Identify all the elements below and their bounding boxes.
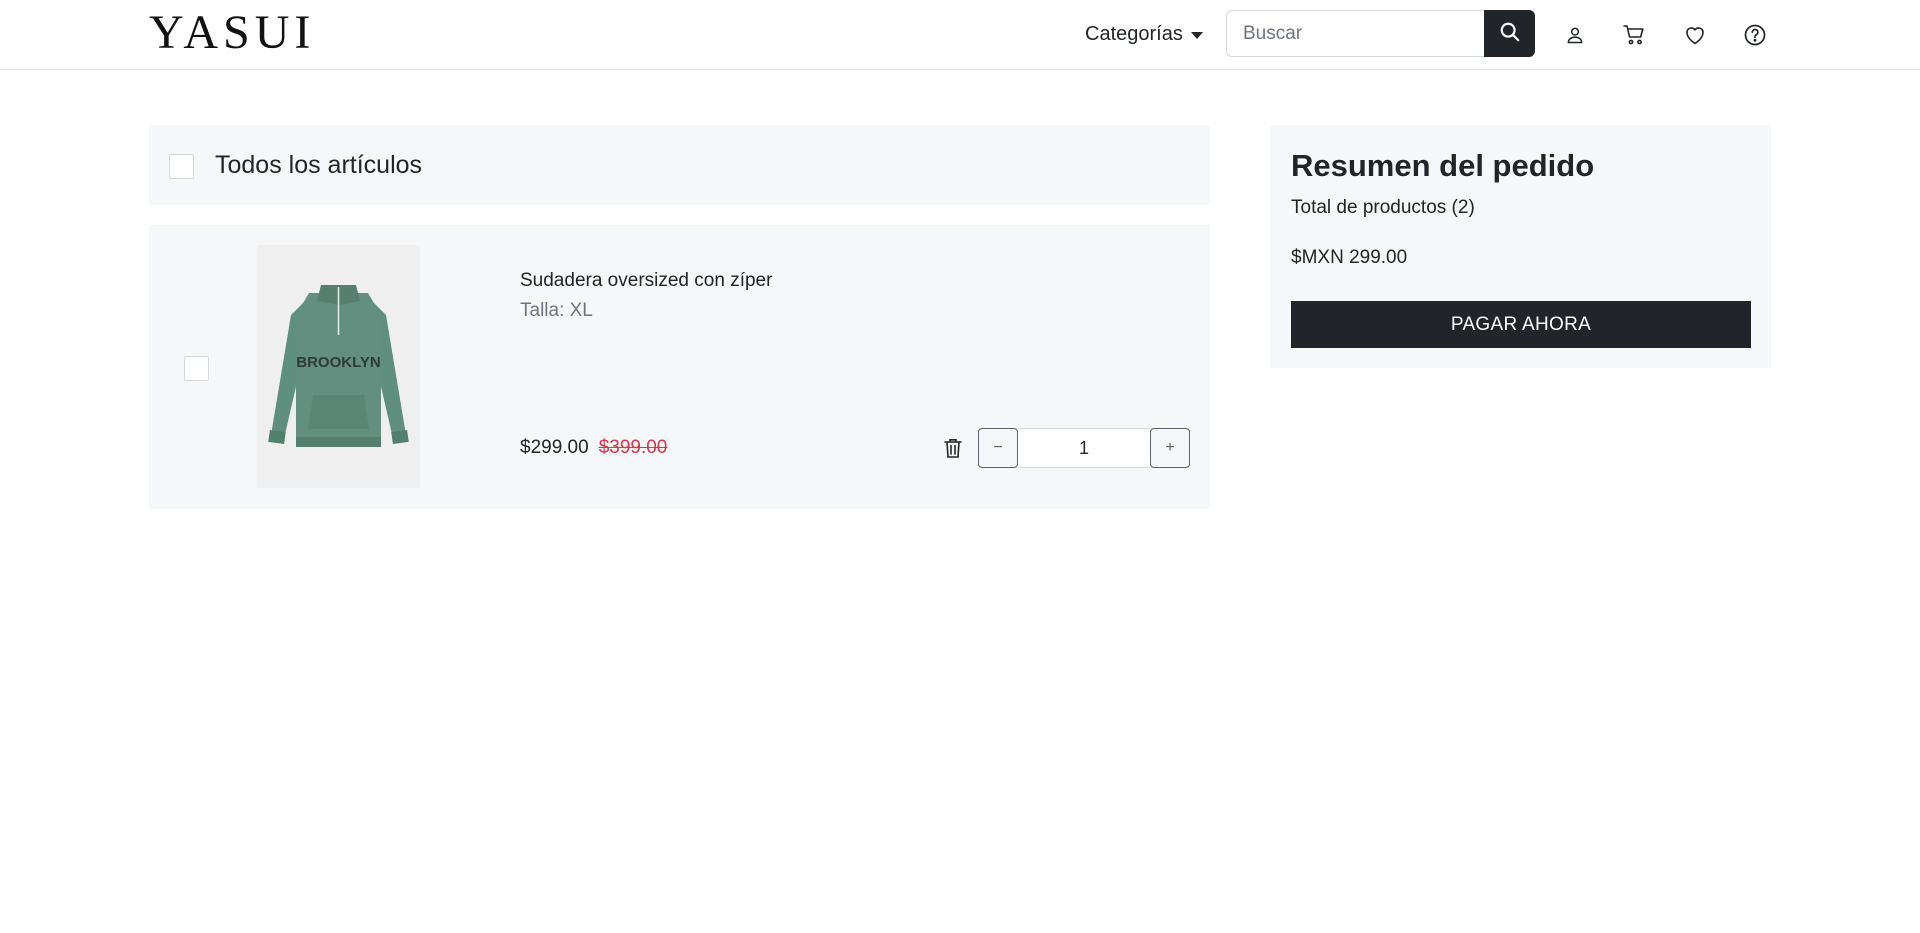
- summary-title: Resumen del pedido: [1291, 148, 1595, 183]
- product-count: Total de productos (2): [1291, 197, 1475, 218]
- categories-dropdown[interactable]: Categorías: [1085, 18, 1203, 50]
- search-icon: [1499, 21, 1521, 46]
- quantity-input[interactable]: [1018, 428, 1150, 468]
- trash-icon[interactable]: [941, 434, 965, 462]
- search-button[interactable]: [1484, 10, 1535, 57]
- site-header: YASUI Categorías: [0, 0, 1920, 70]
- user-icon[interactable]: [1560, 19, 1590, 51]
- quantity-stepper: − +: [978, 428, 1190, 468]
- current-price: $299.00: [520, 437, 589, 458]
- decrement-button[interactable]: −: [978, 428, 1018, 468]
- product-image[interactable]: BROOKLYN: [257, 245, 420, 488]
- product-name[interactable]: Sudadera oversized con zíper: [520, 268, 772, 294]
- select-all-label: Todos los artículos: [215, 151, 423, 179]
- categories-label: Categorías: [1085, 22, 1183, 45]
- item-checkbox[interactable]: [184, 356, 209, 381]
- print-text: BROOKLYN: [296, 354, 380, 371]
- order-total: $MXN 299.00: [1291, 247, 1408, 268]
- order-summary: Resumen del pedido Total de productos (2…: [1270, 125, 1771, 368]
- caret-down-icon: [1190, 31, 1203, 39]
- heart-icon[interactable]: [1680, 19, 1710, 51]
- search-bar: [1226, 10, 1535, 57]
- site-logo[interactable]: YASUI: [149, 4, 315, 62]
- price-group: $299.00 $399.00: [520, 435, 667, 461]
- search-input[interactable]: [1226, 10, 1484, 57]
- product-size: Talla: XL: [520, 300, 593, 321]
- select-all-bar: Todos los artículos: [149, 125, 1210, 205]
- pay-now-button[interactable]: PAGAR AHORA: [1291, 301, 1751, 348]
- cart-item: BROOKLYN Sudadera oversized con zíper Ta…: [149, 225, 1210, 509]
- cart-icon[interactable]: [1619, 19, 1649, 51]
- increment-button[interactable]: +: [1150, 428, 1190, 468]
- select-all-checkbox[interactable]: [169, 154, 194, 179]
- help-icon[interactable]: [1740, 19, 1770, 51]
- original-price: $399.00: [598, 437, 668, 458]
